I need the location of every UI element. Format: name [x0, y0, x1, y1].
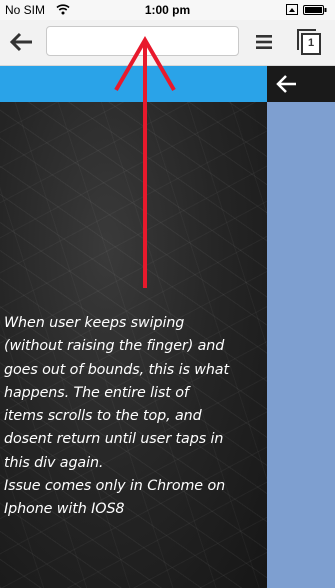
side-panel-header [267, 66, 335, 102]
back-arrow-icon[interactable] [8, 31, 34, 53]
clock: 1:00 pm [144, 3, 191, 17]
battery-icon [303, 5, 327, 15]
back-arrow-icon[interactable] [276, 74, 298, 94]
side-panel [267, 66, 335, 588]
status-bar: No SIM 1:00 pm [0, 0, 335, 20]
tabs-count: 1 [307, 37, 315, 49]
page-header-bar [0, 66, 267, 102]
browser-toolbar: 1 [0, 20, 335, 66]
page-content: When user keeps swiping (without raising… [0, 66, 335, 588]
scrollable-list-panel[interactable]: When user keeps swiping (without raising… [0, 102, 267, 588]
tabs-button[interactable]: 1 [296, 28, 322, 56]
menu-icon[interactable] [254, 32, 274, 52]
issue-description: When user keeps swiping (without raising… [4, 315, 229, 518]
rotation-lock-icon [286, 4, 298, 15]
address-bar-input[interactable] [46, 26, 239, 56]
